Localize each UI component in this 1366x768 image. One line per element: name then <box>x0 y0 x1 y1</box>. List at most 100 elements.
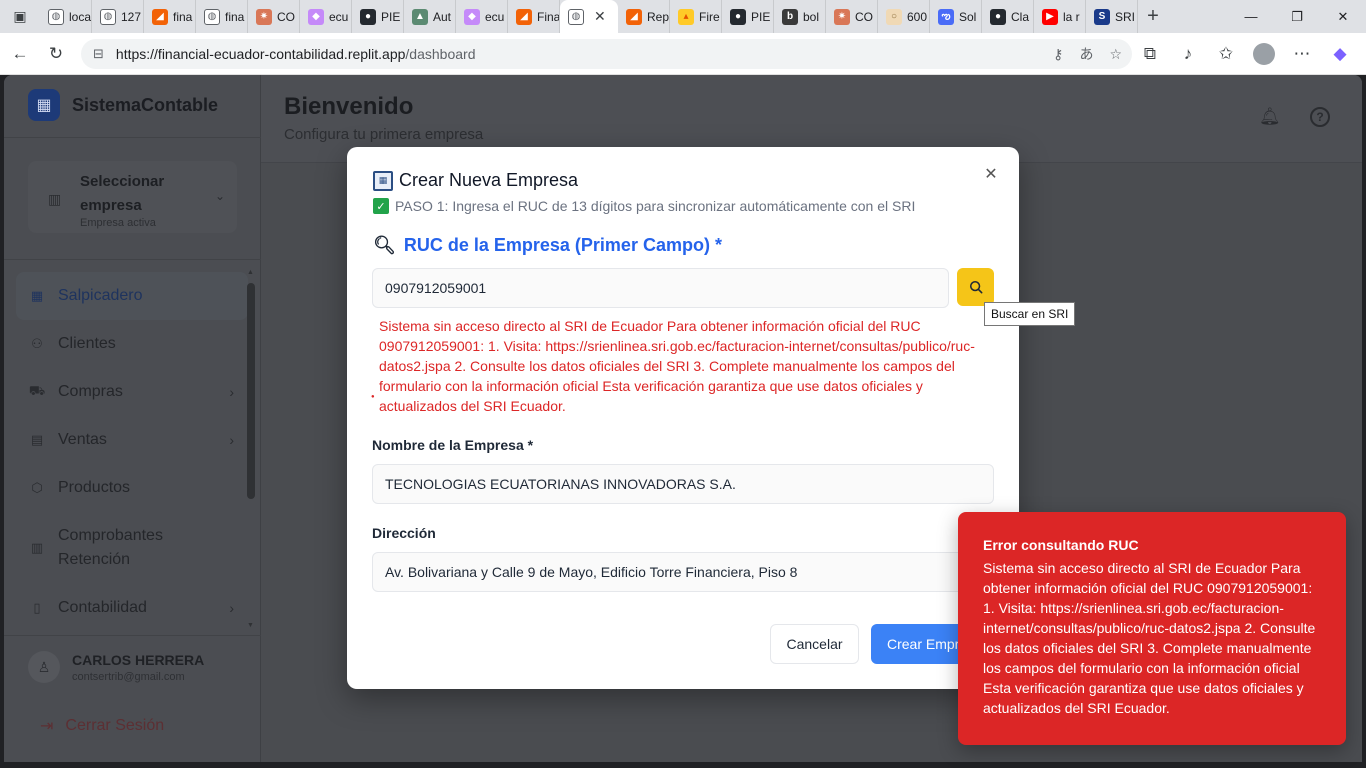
browser-tab[interactable]: ◆ ecu <box>300 0 352 33</box>
minimize-icon[interactable]: — <box>1228 0 1274 33</box>
chevron-right-icon: › <box>229 432 234 448</box>
brand-name: SistemaContable <box>72 94 219 115</box>
browser-tab[interactable]: ◢ Fina <box>508 0 560 33</box>
restore-icon[interactable]: ❐ <box>1274 0 1320 33</box>
sidebar-item-4[interactable]: ▤ Ventas › <box>16 416 248 464</box>
sri-icon: S <box>1094 8 1110 25</box>
browser-tab[interactable]: ◍ fina <box>196 0 248 33</box>
new-tab-button[interactable]: + <box>1138 0 1168 33</box>
company-name-input[interactable]: TECNOLOGIAS ECUATORIANAS INNOVADORAS S.A… <box>372 464 994 504</box>
address-bar[interactable]: ⊟ https://financial-ecuador-contabilidad… <box>81 39 1132 69</box>
globe-icon: ◍ <box>204 8 220 25</box>
ruc-error-text: Sistema sin acceso directo al SRI de Ecu… <box>379 318 975 414</box>
browser-tab[interactable]: ● PIE <box>722 0 774 33</box>
error-toast[interactable]: Error consultando RUC Sistema sin acceso… <box>958 512 1346 745</box>
globe-icon: ◍ <box>568 8 584 25</box>
cancel-button[interactable]: Cancelar <box>770 624 859 664</box>
copilot-icon[interactable]: ◆ <box>1322 36 1358 72</box>
dialog-title-text: Crear Nueva Empresa <box>399 170 579 190</box>
browser-tabstrip: ▣ ◍ loca ◍ 127 ◢ fina ◍ fina ✷ CO ◆ ecu ● PIE ▲ Aut ◆ ecu… <box>0 0 1366 33</box>
sidebar-item-label: Compras <box>58 383 123 400</box>
sidebar: ▦ SistemaContable ▥ Seleccionar empresa … <box>4 75 261 762</box>
key-icon[interactable]: ⚷ <box>1053 46 1063 63</box>
bell-icon[interactable]: 🔔︎ <box>1259 107 1281 127</box>
sidebar-scrollbar[interactable]: ▲ ▼ <box>247 269 255 629</box>
search-sri-button[interactable] <box>957 268 994 306</box>
ruc-error-message: ● Sistema sin acceso directo al SRI de E… <box>371 316 991 416</box>
browser-tab[interactable]: ○ 600 <box>878 0 930 33</box>
claude-icon: ✷ <box>834 8 850 25</box>
help-icon[interactable]: ? <box>1310 107 1330 127</box>
browser-tab[interactable]: ◢ fina <box>144 0 196 33</box>
browser-tab[interactable]: ◢ Rep <box>618 0 670 33</box>
company-selector[interactable]: ▥ Seleccionar empresa Empresa activa ⌄ <box>28 161 237 233</box>
sidebar-item-3[interactable]: ⛟ Compras › <box>16 368 248 416</box>
github-icon: ● <box>990 8 1006 25</box>
dialog-title: ▦ Crear Nueva Empresa <box>373 170 578 191</box>
tab-actions-icon[interactable]: ▣ <box>0 0 40 33</box>
sidebar-item-6[interactable]: ▥ Comprobantes Retención <box>16 512 248 584</box>
divider <box>4 137 261 138</box>
window-controls: — ❐ ✕ <box>1228 0 1366 33</box>
profile-avatar[interactable] <box>1246 36 1282 72</box>
close-window-icon[interactable]: ✕ <box>1320 0 1366 33</box>
close-tab-icon[interactable]: ✕ <box>594 8 606 25</box>
browser-tab[interactable]: ✷ CO <box>826 0 878 33</box>
ruc-input[interactable]: 0907912059001 <box>372 268 949 308</box>
github-icon: ● <box>730 8 746 25</box>
company-selector-title: Seleccionar empresa <box>80 173 165 214</box>
address-label: Dirección <box>372 525 436 541</box>
tab-label: 600 <box>907 9 928 24</box>
scroll-up-icon[interactable]: ▲ <box>247 269 254 276</box>
step-hint: ✓ PASO 1: Ingresa el RUC de 13 dígitos p… <box>373 198 915 214</box>
browser-tab[interactable]: ▴ Fire <box>670 0 722 33</box>
check-icon: ✓ <box>373 198 389 214</box>
scroll-down-icon[interactable]: ▼ <box>247 622 254 629</box>
browser-essentials-icon[interactable]: ♪ <box>1170 36 1206 72</box>
sidebar-item-7[interactable]: ▯ Contabilidad › <box>16 584 248 632</box>
users-icon: ⚇ <box>31 336 43 351</box>
browser-tab[interactable]: ◍ loca <box>40 0 92 33</box>
scrollbar-thumb[interactable] <box>247 283 255 499</box>
search-icon <box>969 280 982 294</box>
reload-icon[interactable]: ↻ <box>38 36 74 72</box>
user-name: CARLOS HERRERA <box>72 651 205 668</box>
box-icon: ⬡ <box>31 480 43 495</box>
url-path: /dashboard <box>405 46 476 62</box>
tab-label: Fire <box>699 9 720 24</box>
globe-icon: ◍ <box>100 8 116 25</box>
logout-button[interactable]: ⇥ Cerrar Sesión <box>40 716 164 736</box>
favorites-icon[interactable]: ✩ <box>1208 36 1244 72</box>
sidebar-item-1[interactable]: ▦ Salpicadero <box>16 272 248 320</box>
tab-label: CO <box>855 9 873 24</box>
translate-icon[interactable]: あ <box>1079 44 1093 64</box>
browser-tab[interactable]: ◆ ecu <box>456 0 508 33</box>
tab-label: fina <box>225 9 245 24</box>
browser-tab[interactable]: ● Cla <box>982 0 1034 33</box>
favorite-star-icon[interactable]: ☆ <box>1109 46 1122 63</box>
browser-tab[interactable]: ✷ CO <box>248 0 300 33</box>
back-icon[interactable]: ← <box>2 36 38 72</box>
claude-icon: ✷ <box>256 8 272 25</box>
browser-tab[interactable]: ▶ la r <box>1034 0 1086 33</box>
create-company-dialog: ▦ Crear Nueva Empresa ✕ ✓ PASO 1: Ingres… <box>347 147 1076 689</box>
tab-label: 127 <box>121 9 142 24</box>
browser-tab[interactable]: b bol <box>774 0 826 33</box>
browser-tab[interactable]: ▲ Aut <box>404 0 456 33</box>
browser-tab[interactable]: S SRI <box>1086 0 1138 33</box>
close-icon[interactable]: ✕ <box>981 164 1001 184</box>
extensions-icon[interactable]: ⧉ <box>1132 36 1168 72</box>
browser-tab[interactable]: ఌ Sol <box>930 0 982 33</box>
firebase-icon: ▴ <box>678 8 694 25</box>
tab-label: PIE <box>751 9 771 24</box>
sidebar-item-2[interactable]: ⚇ Clientes <box>16 320 248 368</box>
site-info-icon[interactable]: ⊟ <box>93 46 104 62</box>
company-selector-subtitle: Empresa activa <box>80 217 156 229</box>
browser-tab[interactable]: ● PIE <box>352 0 404 33</box>
sidebar-item-5[interactable]: ⬡ Productos <box>16 464 248 512</box>
tab-label: CO <box>277 9 295 24</box>
address-input[interactable]: Av. Bolivariana y Calle 9 de Mayo, Edifi… <box>372 552 994 592</box>
browser-tab[interactable]: ◍ ✕ <box>560 0 618 33</box>
browser-tab[interactable]: ◍ 127 <box>92 0 144 33</box>
more-menu-icon[interactable]: ⋯ <box>1284 36 1320 72</box>
